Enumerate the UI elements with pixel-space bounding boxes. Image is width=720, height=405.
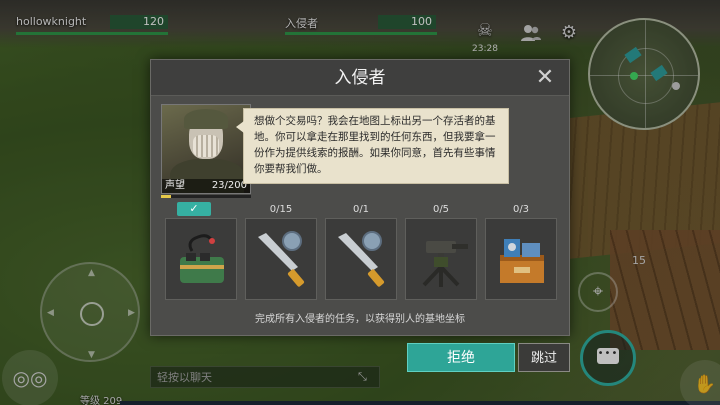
task-slot[interactable] [245, 218, 317, 300]
portrait-cap [184, 109, 228, 129]
invader-portrait: 声望 23/200 [161, 104, 251, 194]
task-count: 0/15 [269, 204, 293, 215]
reputation-caption: 声望 23/200 [162, 179, 250, 193]
task-count: 0/1 [352, 204, 370, 215]
close-icon[interactable]: ✕ [533, 66, 557, 90]
task-count: 0/3 [512, 204, 530, 215]
dialog-footer: 完成所有入侵者的任务，以获得别人的基地坐标 [255, 314, 465, 325]
reject-button[interactable]: 拒绝 [407, 343, 515, 372]
task-count: 0/5 [432, 204, 450, 215]
task-slot[interactable] [405, 218, 477, 300]
reputation-bar-fill [161, 195, 172, 198]
invader-dialog: 入侵者 ✕ 声望 23/200 想做个交易吗？我会在地图上标出另一个存活者的基地… [150, 59, 570, 336]
skip-button[interactable]: 跳过 [518, 343, 570, 372]
reputation-value: 23/200 [211, 180, 247, 191]
dynamite-icon [180, 234, 224, 283]
supply-crate-icon [500, 239, 544, 283]
dialog-title: 入侵者 [151, 60, 569, 96]
task-slot[interactable] [325, 218, 397, 300]
task-done-badge: ✓ [177, 202, 211, 216]
task-slot[interactable] [485, 218, 557, 300]
portrait-mask [193, 135, 219, 157]
reputation-bar [161, 195, 251, 198]
machete-icon [258, 231, 305, 287]
task-list: ✓ 0/15 0/1 0/5 0/3 [151, 202, 569, 304]
task-slot[interactable] [165, 218, 237, 300]
invader-speech: 想做个交易吗？我会在地图上标出另一个存活者的基地。你可以拿走在那里找到的任何东西… [236, 108, 509, 184]
machete-icon [338, 231, 385, 287]
reputation-label: 声望 [165, 180, 185, 191]
turret-icon [422, 241, 468, 287]
